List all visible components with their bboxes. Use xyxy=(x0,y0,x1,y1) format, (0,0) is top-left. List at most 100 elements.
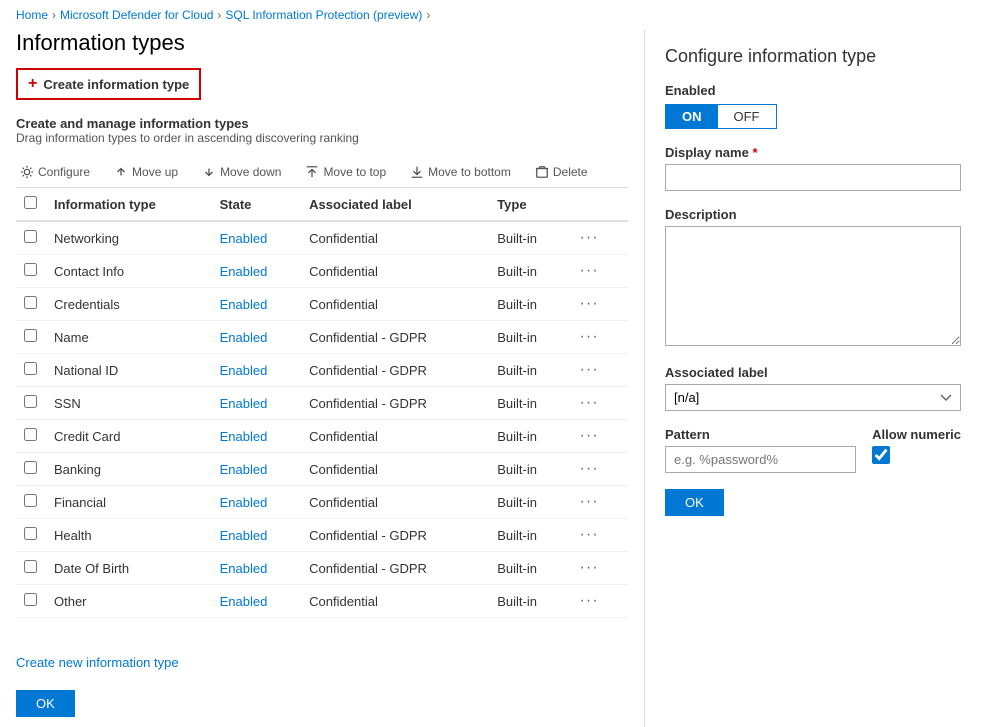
allow-numeric-label: Allow numeric xyxy=(872,427,961,442)
row-more-button[interactable]: ··· xyxy=(576,592,603,610)
row-more-button[interactable]: ··· xyxy=(576,328,603,346)
row-info-type: Credit Card xyxy=(46,420,212,453)
table-row: Networking Enabled Confidential Built-in… xyxy=(16,221,628,255)
row-info-type: Financial xyxy=(46,486,212,519)
create-new-info-type-link[interactable]: Create new information type xyxy=(16,655,179,670)
description-subtitle: Drag information types to order in ascen… xyxy=(16,131,628,145)
table-row: Health Enabled Confidential - GDPR Built… xyxy=(16,519,628,552)
pattern-input[interactable] xyxy=(665,446,856,473)
panel-title: Configure information type xyxy=(665,46,961,67)
row-checkbox[interactable] xyxy=(24,527,37,540)
table-row: SSN Enabled Confidential - GDPR Built-in… xyxy=(16,387,628,420)
toggle-off-button[interactable]: OFF xyxy=(718,105,776,128)
row-label: Confidential - GDPR xyxy=(301,387,489,420)
row-label: Confidential - GDPR xyxy=(301,321,489,354)
breadcrumb-sql[interactable]: SQL Information Protection (preview) xyxy=(225,8,422,22)
row-info-type: Contact Info xyxy=(46,255,212,288)
display-name-input[interactable] xyxy=(665,164,961,191)
row-more-button[interactable]: ··· xyxy=(576,295,603,313)
row-state: Enabled xyxy=(212,321,302,354)
row-state: Enabled xyxy=(212,486,302,519)
row-checkbox[interactable] xyxy=(24,560,37,573)
table-container: Information type State Associated label … xyxy=(16,188,628,645)
col-header-label: Associated label xyxy=(301,188,489,221)
row-checkbox[interactable] xyxy=(24,461,37,474)
row-more-button[interactable]: ··· xyxy=(576,559,603,577)
row-label: Confidential xyxy=(301,420,489,453)
col-header-state: State xyxy=(212,188,302,221)
table-row: National ID Enabled Confidential - GDPR … xyxy=(16,354,628,387)
configure-icon xyxy=(20,165,34,179)
breadcrumb-defender[interactable]: Microsoft Defender for Cloud xyxy=(60,8,213,22)
right-ok-area: OK xyxy=(665,473,961,516)
row-checkbox[interactable] xyxy=(24,428,37,441)
row-checkbox[interactable] xyxy=(24,230,37,243)
row-label: Confidential - GDPR xyxy=(301,519,489,552)
row-type: Built-in xyxy=(489,288,567,321)
pattern-col: Pattern xyxy=(665,427,856,473)
row-checkbox[interactable] xyxy=(24,296,37,309)
allow-numeric-checkbox[interactable] xyxy=(872,446,890,464)
table-row: Other Enabled Confidential Built-in ··· xyxy=(16,585,628,618)
description-textarea[interactable] xyxy=(665,226,961,346)
row-state: Enabled xyxy=(212,354,302,387)
allow-numeric-col: Allow numeric xyxy=(872,427,961,464)
row-state: Enabled xyxy=(212,453,302,486)
row-more-button[interactable]: ··· xyxy=(576,493,603,511)
move-up-button[interactable]: Move up xyxy=(110,163,182,181)
page-title: Information types xyxy=(16,30,628,56)
row-more-button[interactable]: ··· xyxy=(576,394,603,412)
row-type: Built-in xyxy=(489,519,567,552)
row-type: Built-in xyxy=(489,255,567,288)
row-checkbox[interactable] xyxy=(24,395,37,408)
move-to-top-button[interactable]: Move to top xyxy=(301,163,390,181)
toggle-container[interactable]: ON OFF xyxy=(665,104,777,129)
row-checkbox[interactable] xyxy=(24,329,37,342)
description-block: Create and manage information types Drag… xyxy=(16,116,628,145)
row-label: Confidential - GDPR xyxy=(301,354,489,387)
table-row: Financial Enabled Confidential Built-in … xyxy=(16,486,628,519)
left-ok-button[interactable]: OK xyxy=(16,690,75,717)
col-header-info-type: Information type xyxy=(46,188,212,221)
row-more-button[interactable]: ··· xyxy=(576,229,603,247)
row-more-button[interactable]: ··· xyxy=(576,460,603,478)
footer-link: Create new information type xyxy=(16,645,628,680)
move-to-top-icon xyxy=(305,165,319,179)
row-checkbox[interactable] xyxy=(24,263,37,276)
table-row: Name Enabled Confidential - GDPR Built-i… xyxy=(16,321,628,354)
delete-button[interactable]: Delete xyxy=(531,163,592,181)
required-asterisk: * xyxy=(752,145,757,160)
associated-label-select[interactable]: [n/a]ConfidentialConfidential - GDPRPubl… xyxy=(665,384,961,411)
information-types-table: Information type State Associated label … xyxy=(16,188,628,618)
row-type: Built-in xyxy=(489,321,567,354)
create-information-type-button[interactable]: + Create information type xyxy=(16,68,201,100)
create-btn-wrapper: + Create information type xyxy=(16,68,628,100)
breadcrumb-home[interactable]: Home xyxy=(16,8,48,22)
row-more-button[interactable]: ··· xyxy=(576,427,603,445)
row-type: Built-in xyxy=(489,585,567,618)
row-more-button[interactable]: ··· xyxy=(576,526,603,544)
row-state: Enabled xyxy=(212,221,302,255)
move-to-bottom-icon xyxy=(410,165,424,179)
row-label: Confidential xyxy=(301,255,489,288)
row-state: Enabled xyxy=(212,420,302,453)
move-down-button[interactable]: Move down xyxy=(198,163,285,181)
row-checkbox[interactable] xyxy=(24,593,37,606)
row-checkbox[interactable] xyxy=(24,494,37,507)
row-more-button[interactable]: ··· xyxy=(576,361,603,379)
row-state: Enabled xyxy=(212,552,302,585)
toggle-on-button[interactable]: ON xyxy=(666,105,718,128)
row-checkbox[interactable] xyxy=(24,362,37,375)
configure-button[interactable]: Configure xyxy=(16,163,94,181)
row-state: Enabled xyxy=(212,519,302,552)
row-state: Enabled xyxy=(212,585,302,618)
select-all-checkbox[interactable] xyxy=(24,196,37,209)
right-ok-button[interactable]: OK xyxy=(665,489,724,516)
move-to-bottom-button[interactable]: Move to bottom xyxy=(406,163,515,181)
row-label: Confidential xyxy=(301,453,489,486)
move-down-icon xyxy=(202,165,216,179)
row-more-button[interactable]: ··· xyxy=(576,262,603,280)
table-row: Credit Card Enabled Confidential Built-i… xyxy=(16,420,628,453)
row-label: Confidential xyxy=(301,585,489,618)
ok-btn-area: OK xyxy=(16,680,628,727)
